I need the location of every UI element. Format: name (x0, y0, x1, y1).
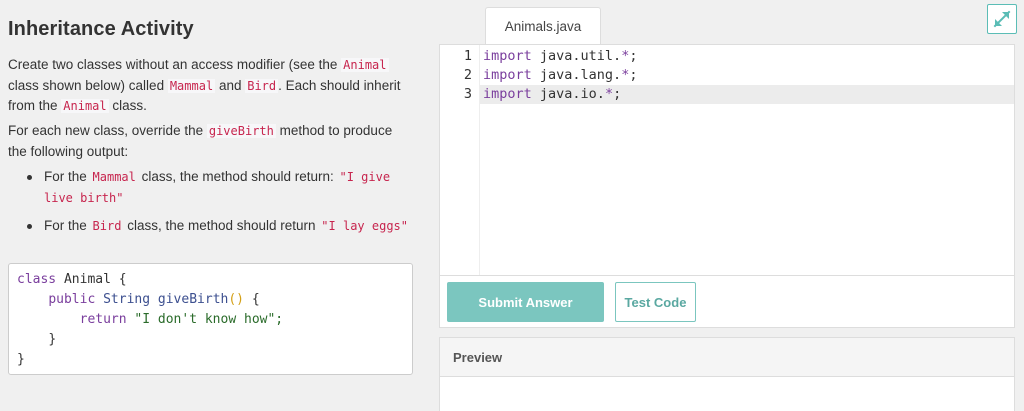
code-editor-panel: 1 2 3 import java.util.*; import java.la… (439, 44, 1015, 328)
inline-code-animal: Animal (61, 99, 109, 113)
instructions-panel: Inheritance Activity Create two classes … (0, 0, 425, 411)
expand-icon (993, 10, 1011, 28)
page-title: Inheritance Activity (8, 18, 194, 40)
expand-button[interactable] (987, 4, 1017, 34)
inline-code-bird: Bird (245, 78, 279, 93)
instructions-paragraph-1: Create two classes without an access mod… (8, 57, 401, 113)
line-number: 2 (463, 67, 472, 83)
instructions-paragraph-2: For each new class, override the giveBir… (8, 123, 393, 159)
requirements-list: For the Mammal class, the method should … (24, 167, 414, 245)
file-tab-animals-java[interactable]: Animals.java (485, 7, 601, 45)
list-item: For the Bird class, the method should re… (24, 216, 414, 237)
inline-code-animal: Animal (341, 58, 389, 72)
code-line: import java.io.*; (483, 86, 622, 102)
code-line: import java.lang.*; (483, 67, 638, 83)
line-number: 3 (463, 86, 472, 102)
inline-code-givebirth: giveBirth (206, 124, 276, 138)
preview-title: Preview (440, 338, 1014, 377)
test-code-button[interactable]: Test Code (615, 282, 696, 322)
line-number-gutter: 1 2 3 (440, 45, 480, 275)
preview-panel: Preview (439, 337, 1015, 411)
list-item: For the Mammal class, the method should … (24, 167, 414, 208)
line-number: 1 (463, 48, 472, 64)
code-line: import java.util.*; (483, 48, 638, 64)
inline-code-mammal: Mammal (167, 78, 216, 93)
submit-answer-button[interactable]: Submit Answer (447, 282, 604, 322)
code-editor[interactable]: import java.util.*; import java.lang.*; … (480, 45, 1014, 275)
sample-code-block: class Animal { public String giveBirth()… (8, 263, 413, 375)
editor-divider (440, 275, 1014, 276)
